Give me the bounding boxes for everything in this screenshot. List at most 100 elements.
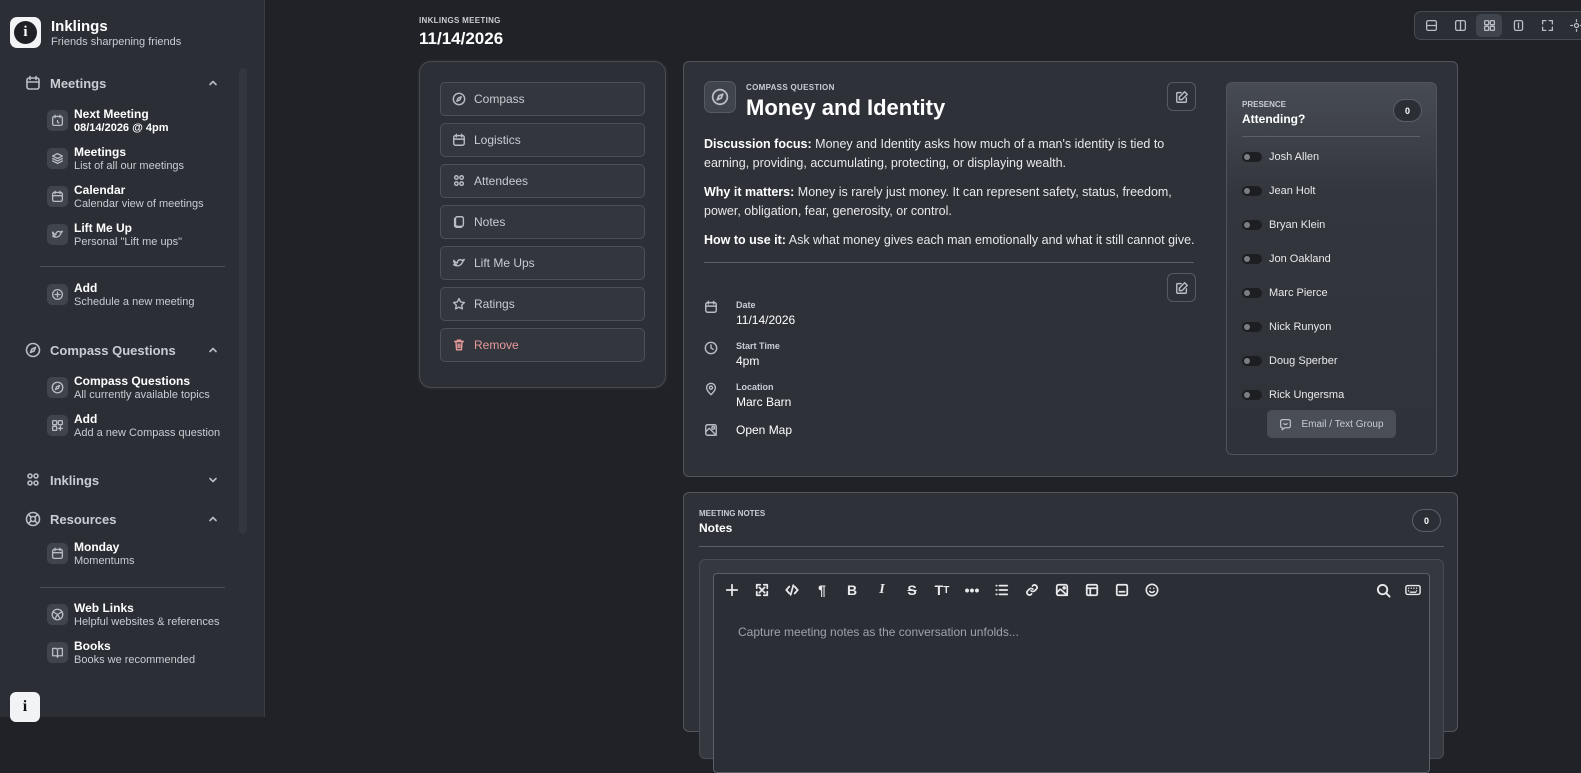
sidebar-item-calendar[interactable]: Calendar Calendar view of meetings (47, 183, 227, 211)
attendee-name: Marc Pierce (1269, 287, 1328, 299)
item-title: Meetings (74, 145, 127, 159)
sidebar-item-compass-questions[interactable]: Compass Questions All currently available… (47, 374, 227, 402)
attendee-name: Nick Runyon (1269, 321, 1332, 333)
attendee-row[interactable]: Bryan Klein (1242, 219, 1325, 231)
sidebar-item-next-meeting[interactable]: Next Meeting 08/14/2026 @ 4pm (47, 107, 227, 135)
sidebar: i Inklings Friends sharpening friends Me… (0, 0, 265, 722)
attendance-toggle[interactable] (1242, 322, 1262, 332)
brand[interactable]: i Inklings Friends sharpening friends (10, 17, 181, 48)
notes-placeholder: Capture meeting notes as the conversatio… (738, 625, 1019, 639)
emoji-icon[interactable] (1140, 578, 1164, 602)
link-icon[interactable] (1020, 578, 1044, 602)
attendee-row[interactable]: Jon Oakland (1242, 253, 1331, 265)
attendance-toggle[interactable] (1242, 152, 1262, 162)
attendee-row[interactable]: Jean Holt (1242, 185, 1315, 197)
attendee-row[interactable]: Marc Pierce (1242, 287, 1328, 299)
settings-icon[interactable] (1563, 14, 1581, 37)
detail-value: Marc Barn (736, 395, 792, 409)
text-size-icon[interactable]: TT (930, 578, 954, 602)
detail-value: 11/14/2026 (736, 313, 796, 327)
section-resources[interactable]: Resources (25, 508, 219, 530)
sidebar-item-monday[interactable]: Monday Momentums (47, 540, 227, 568)
nav-remove-button[interactable]: Remove (440, 328, 645, 362)
strikethrough-icon[interactable]: S (900, 578, 924, 602)
code-icon[interactable] (780, 578, 804, 602)
compass-icon (452, 92, 466, 106)
nav-ratings-button[interactable]: Ratings (440, 287, 645, 321)
nav-label: Compass (474, 92, 525, 106)
nav-compass-button[interactable]: Compass (440, 82, 645, 116)
bold-icon[interactable]: B (840, 578, 864, 602)
more-icon[interactable]: ••• (960, 578, 984, 602)
sidebar-item-add-compass[interactable]: Add Add a new Compass question (47, 412, 227, 440)
attendee-row[interactable]: Rick Ungersma (1242, 389, 1344, 401)
plus-icon[interactable] (720, 578, 744, 602)
edit-icon (1175, 90, 1188, 103)
detail-label: Date (736, 300, 756, 310)
open-map-label: Open Map (736, 423, 793, 437)
edit-compass-button[interactable] (1167, 82, 1196, 111)
section-meetings[interactable]: Meetings (25, 72, 219, 94)
detail-location: Location Marc Barn (704, 382, 791, 409)
detail-value: 4pm (736, 354, 760, 368)
fullscreen-icon[interactable] (1534, 14, 1560, 37)
attendance-toggle[interactable] (1242, 186, 1262, 196)
section-inklings[interactable]: Inklings (25, 469, 219, 491)
map-pin-icon (704, 382, 718, 409)
sidebar-scrollbar[interactable] (239, 68, 247, 534)
list-icon[interactable] (990, 578, 1014, 602)
nav-label: Attendees (474, 174, 529, 188)
attendance-toggle[interactable] (1242, 390, 1262, 400)
attendance-toggle[interactable] (1242, 356, 1262, 366)
image-icon[interactable] (1050, 578, 1074, 602)
notes-editor[interactable]: ¶ B I S TT ••• Capture meeting notes as … (713, 573, 1430, 773)
nav-logistics-button[interactable]: Logistics (440, 123, 645, 157)
edit-icon (1175, 281, 1188, 294)
meeting-label: INKLINGS MEETING (419, 16, 501, 25)
nav-lift-me-ups-button[interactable]: Lift Me Ups (440, 246, 645, 280)
notes-icon (452, 215, 466, 229)
search-icon[interactable] (1371, 578, 1395, 602)
edit-logistics-button[interactable] (1167, 273, 1196, 302)
chevron-up-icon[interactable] (207, 513, 219, 525)
sidebar-item-add-meeting[interactable]: Add Schedule a new meeting (47, 281, 227, 309)
italic-icon[interactable]: I (870, 578, 894, 602)
email-text-group-button[interactable]: Email / Text Group (1267, 410, 1396, 438)
nav-label: Logistics (474, 133, 521, 147)
attendee-row[interactable]: Nick Runyon (1242, 321, 1331, 333)
expand-icon[interactable] (750, 578, 774, 602)
item-title: Compass Questions (74, 374, 191, 388)
divider (40, 266, 225, 267)
template-icon[interactable] (1110, 578, 1134, 602)
sidebar-item-web-links[interactable]: Web Links Helpful websites & references (47, 601, 227, 629)
layout-grid-icon[interactable] (1476, 14, 1502, 37)
keyboard-icon[interactable] (1401, 578, 1425, 602)
nav-attendees-button[interactable]: Attendees (440, 164, 645, 198)
sidebar-item-meetings[interactable]: Meetings List of all our meetings (47, 145, 227, 173)
chevron-up-icon[interactable] (207, 344, 219, 356)
discussion-focus: Discussion focus: Money and Identity ask… (704, 135, 1199, 173)
item-subtitle: Add a new Compass question (74, 427, 221, 439)
sidebar-item-books[interactable]: Books Books we recommended (47, 639, 227, 667)
layout-columns-icon[interactable] (1447, 14, 1473, 37)
layout-rows-icon[interactable] (1418, 14, 1444, 37)
chevron-up-icon[interactable] (207, 77, 219, 89)
info-icon: i (14, 21, 37, 44)
attendance-toggle[interactable] (1242, 288, 1262, 298)
section-compass-questions[interactable]: Compass Questions (25, 339, 219, 361)
open-map-link[interactable]: Open Map (704, 423, 792, 437)
nav-notes-button[interactable]: Notes (440, 205, 645, 239)
attendance-toggle[interactable] (1242, 254, 1262, 264)
lifebuoy-icon (25, 511, 41, 527)
attendance-toggle[interactable] (1242, 220, 1262, 230)
chevron-down-icon[interactable] (207, 474, 219, 486)
calendar-icon (47, 543, 68, 564)
sidebar-item-lift-me-up[interactable]: Lift Me Up Personal "Lift me ups" (47, 221, 227, 249)
attendee-row[interactable]: Doug Sperber (1242, 355, 1338, 367)
paragraph-icon[interactable]: ¶ (810, 578, 834, 602)
table-icon[interactable] (1080, 578, 1104, 602)
attendee-row[interactable]: Josh Allen (1242, 151, 1319, 163)
compass-icon (704, 81, 736, 113)
footer-logo-button[interactable]: i (10, 692, 40, 722)
layout-single-icon[interactable] (1505, 14, 1531, 37)
